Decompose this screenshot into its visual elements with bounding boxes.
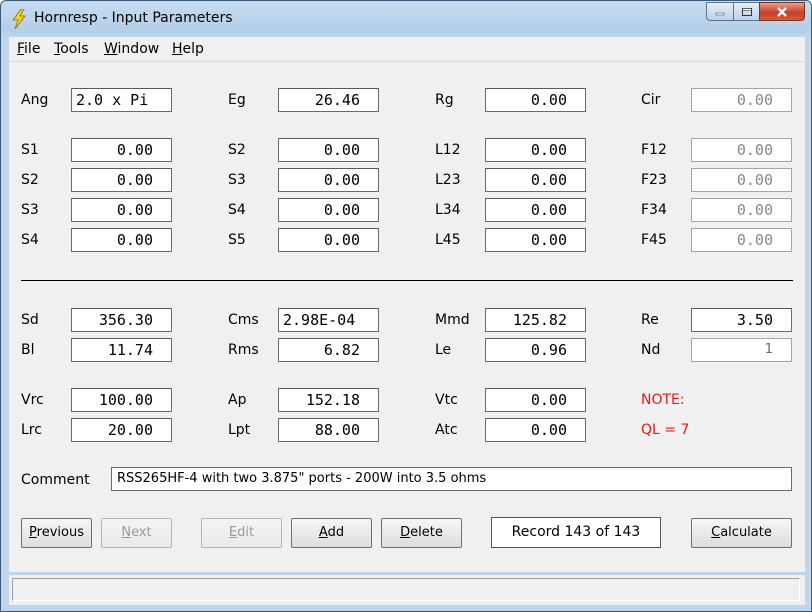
s5-field[interactable]: 0.00 [278, 228, 379, 252]
window-title: Hornresp - Input Parameters [34, 10, 233, 26]
title-bar[interactable]: Hornresp - Input Parameters [1, 1, 811, 37]
next-button[interactable]: Next [101, 518, 172, 548]
s1-field[interactable]: 0.00 [71, 138, 172, 162]
vrc-field[interactable]: 100.00 [71, 388, 172, 412]
l12-field[interactable]: 0.00 [485, 138, 586, 162]
cms-field[interactable]: 2.98E-04 [278, 308, 379, 332]
label-s4: S4 [228, 202, 246, 218]
label-s3: S3 [21, 202, 39, 218]
label-s5: S5 [228, 232, 246, 248]
s3-field[interactable]: 0.00 [278, 168, 379, 192]
vtc-field[interactable]: 0.00 [485, 388, 586, 412]
label-mmd: Mmd [435, 312, 470, 328]
close-button[interactable] [759, 2, 805, 21]
label-ap: Ap [228, 392, 247, 408]
label-s1: S1 [21, 142, 39, 158]
label-bl: Bl [21, 342, 35, 358]
menu-help[interactable]: Help [172, 41, 204, 57]
lpt-field[interactable]: 88.00 [278, 418, 379, 442]
menu-tools[interactable]: Tools [54, 41, 89, 57]
label-l12: L12 [435, 142, 461, 158]
label-f12: F12 [641, 142, 667, 158]
f12-field[interactable]: 0.00 [691, 138, 792, 162]
label-f45: F45 [641, 232, 667, 248]
re-field[interactable]: 3.50 [691, 308, 792, 332]
label-s2: S2 [228, 142, 246, 158]
ang-field[interactable]: 2.0 x Pi [71, 88, 172, 112]
s4-field[interactable]: 0.00 [71, 228, 172, 252]
status-panel [12, 578, 800, 601]
label-vtc: Vtc [435, 392, 458, 408]
label-atc: Atc [435, 422, 458, 438]
add-button[interactable]: Add [291, 518, 372, 548]
label-cir: Cir [641, 92, 661, 108]
label-f23: F23 [641, 172, 667, 188]
previous-button[interactable]: Previous [21, 518, 92, 548]
status-bar [9, 575, 805, 605]
label-l23: L23 [435, 172, 461, 188]
s4-field[interactable]: 0.00 [278, 198, 379, 222]
menu-file[interactable]: File [17, 41, 40, 57]
f23-field[interactable]: 0.00 [691, 168, 792, 192]
label-ang: Ang [21, 92, 49, 108]
eg-field[interactable]: 26.46 [278, 88, 379, 112]
main-window: Hornresp - Input Parameters File Tools W… [0, 0, 812, 612]
label-s3: S3 [228, 172, 246, 188]
label-le: Le [435, 342, 452, 358]
minimize-icon [715, 12, 725, 15]
label-re: Re [641, 312, 659, 328]
sd-field[interactable]: 356.30 [71, 308, 172, 332]
f45-field[interactable]: 0.00 [691, 228, 792, 252]
label-l34: L34 [435, 202, 461, 218]
s2-field[interactable]: 0.00 [71, 168, 172, 192]
section-divider [21, 280, 793, 281]
maximize-icon [741, 7, 752, 16]
label-eg: Eg [228, 92, 246, 108]
record-counter: Record 143 of 143 [491, 517, 661, 548]
rg-field[interactable]: 0.00 [485, 88, 586, 112]
f34-field[interactable]: 0.00 [691, 198, 792, 222]
label-lpt: Lpt [228, 422, 251, 438]
mmd-field[interactable]: 125.82 [485, 308, 586, 332]
label-s4: S4 [21, 232, 39, 248]
comment-field[interactable]: RSS265HF-4 with two 3.875" ports - 200W … [111, 467, 792, 491]
nd-field[interactable]: 1 [691, 338, 792, 362]
label-rms: Rms [228, 342, 259, 358]
lrc-field[interactable]: 20.00 [71, 418, 172, 442]
rms-field[interactable]: 6.82 [278, 338, 379, 362]
l45-field[interactable]: 0.00 [485, 228, 586, 252]
edit-button[interactable]: Edit [201, 518, 282, 548]
label-f34: F34 [641, 202, 667, 218]
s2-field[interactable]: 0.00 [278, 138, 379, 162]
label-s2: S2 [21, 172, 39, 188]
bl-field[interactable]: 11.74 [71, 338, 172, 362]
s3-field[interactable]: 0.00 [71, 198, 172, 222]
note-label: NOTE: [641, 392, 685, 408]
label-l45: L45 [435, 232, 461, 248]
label-sd: Sd [21, 312, 39, 328]
label-rg: Rg [435, 92, 454, 108]
label-comment: Comment [21, 472, 90, 488]
menu-window[interactable]: Window [104, 41, 159, 57]
le-field[interactable]: 0.96 [485, 338, 586, 362]
delete-button[interactable]: Delete [381, 518, 462, 548]
cir-field[interactable]: 0.00 [691, 88, 792, 112]
label-lrc: Lrc [21, 422, 42, 438]
maximize-button[interactable] [733, 2, 759, 21]
minimize-button[interactable] [706, 2, 733, 21]
input-parameters-panel: Ang 2.0 x Pi Eg 26.46 Rg 0.00 Cir 0.00 S… [9, 62, 805, 572]
calculate-button[interactable]: Calculate [691, 518, 792, 548]
l34-field[interactable]: 0.00 [485, 198, 586, 222]
close-icon [777, 6, 787, 17]
label-cms: Cms [228, 312, 259, 328]
menu-bar: File Tools Window Help [9, 37, 805, 62]
label-nd: Nd [641, 342, 661, 358]
ap-field[interactable]: 152.18 [278, 388, 379, 412]
label-vrc: Vrc [21, 392, 44, 408]
l23-field[interactable]: 0.00 [485, 168, 586, 192]
lightning-icon [12, 9, 26, 29]
atc-field[interactable]: 0.00 [485, 418, 586, 442]
ql-note: QL = 7 [641, 422, 690, 438]
